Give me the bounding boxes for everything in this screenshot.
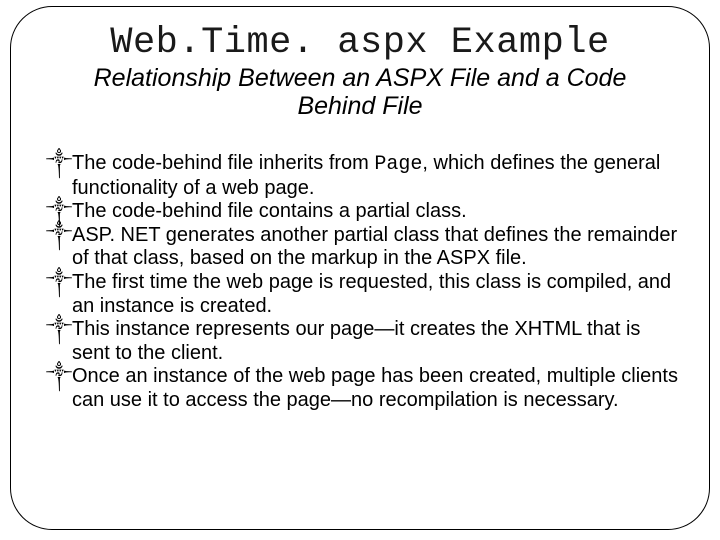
slide-title: Web.Time. aspx Example [22,22,698,64]
list-item-text: The code-behind file contains a partial … [72,200,678,224]
bullet-glyph-icon: ༒ [46,152,72,176]
slide-subtitle: Relationship Between an ASPX File and a … [22,64,698,120]
list-item: ༒ This instance represents our page—it c… [46,318,678,365]
bullet-glyph-icon: ༒ [46,365,72,389]
list-item-text: Once an instance of the web page has bee… [72,365,678,412]
bullet-glyph-icon: ༒ [46,224,72,248]
list-item-text: ASP. NET generates another partial class… [72,224,678,271]
list-item-text: The first time the web page is requested… [72,271,678,318]
slide: Web.Time. aspx Example Relationship Betw… [0,0,720,540]
bullet-glyph-icon: ༒ [46,200,72,224]
bullet-glyph-icon: ༒ [46,271,72,295]
inline-code: Page [374,153,422,176]
list-item-text: The code-behind file inherits from Page,… [72,152,678,200]
bullet-list: ༒ The code-behind file inherits from Pag… [22,152,698,413]
list-item-text: This instance represents our page—it cre… [72,318,678,365]
bullet-glyph-icon: ༒ [46,318,72,342]
text-pre: The code-behind file inherits from [72,152,374,174]
list-item: ༒ Once an instance of the web page has b… [46,365,678,412]
list-item: ༒ The code-behind file inherits from Pag… [46,152,678,200]
list-item: ༒ The first time the web page is request… [46,271,678,318]
list-item: ༒ The code-behind file contains a partia… [46,200,678,224]
list-item: ༒ ASP. NET generates another partial cla… [46,224,678,271]
